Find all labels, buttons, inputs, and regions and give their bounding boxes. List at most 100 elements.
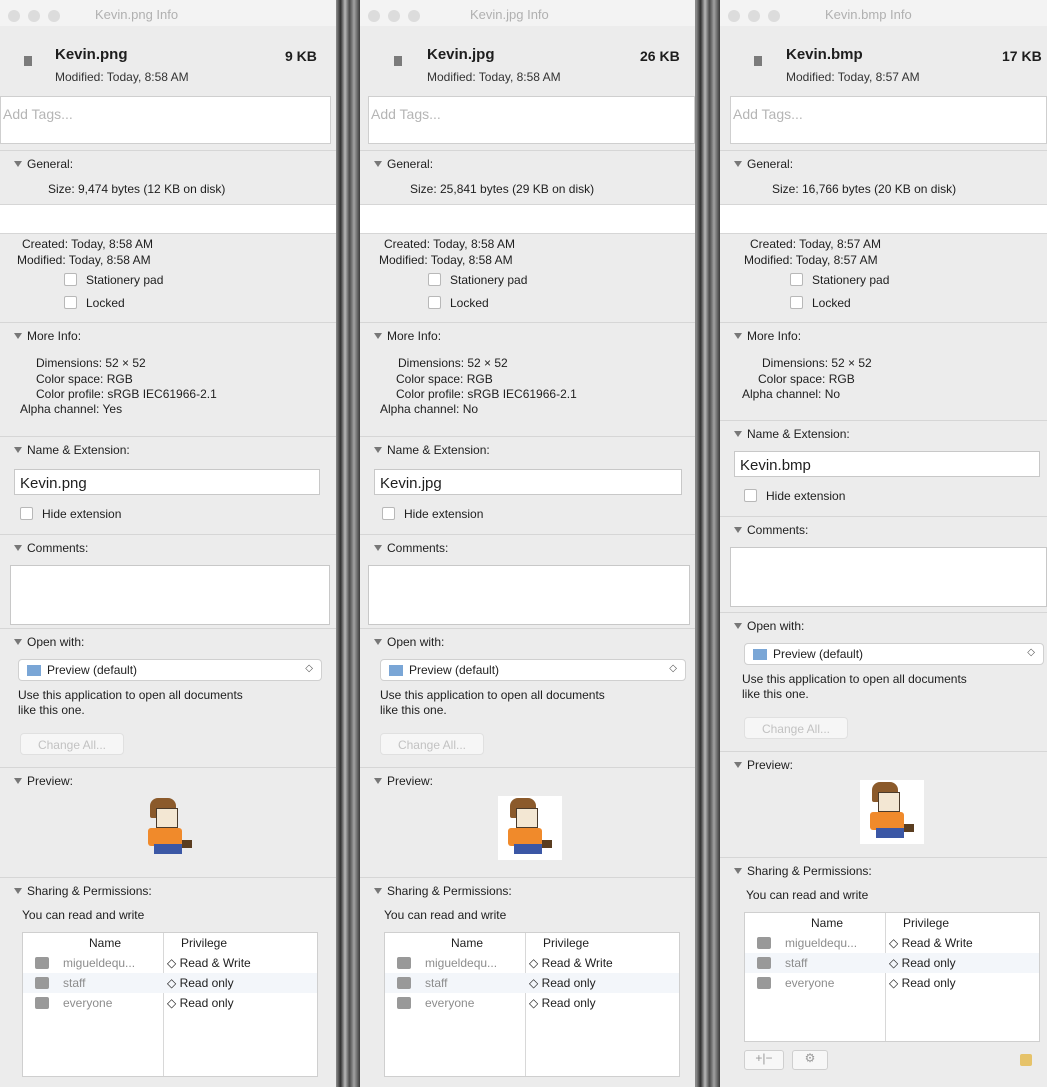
- minimize-button[interactable]: [388, 10, 400, 22]
- everyone-icon: [35, 997, 49, 1009]
- open-with-header[interactable]: Open with:: [374, 635, 444, 649]
- column-header-name[interactable]: Name: [811, 916, 843, 930]
- zoom-button[interactable]: [768, 10, 780, 22]
- column-header-privilege[interactable]: Privilege: [903, 916, 949, 930]
- preview-header[interactable]: Preview:: [374, 774, 433, 788]
- permissions-table[interactable]: Name Privilege migueldequ... ◇ Read & Wri…: [22, 932, 318, 1077]
- close-button[interactable]: [728, 10, 740, 22]
- table-row[interactable]: migueldequ... ◇ Read & Write: [23, 953, 317, 973]
- more-info-header[interactable]: More Info:: [374, 329, 441, 343]
- general-modified: Modified: Today, 8:58 AM: [17, 253, 151, 267]
- name-field[interactable]: Kevin.jpg: [374, 469, 682, 495]
- stationery-checkbox[interactable]: [64, 273, 77, 286]
- open-with-select[interactable]: Preview (default) ◇: [18, 659, 322, 681]
- general-header[interactable]: General:: [374, 157, 433, 171]
- locked-checkbox[interactable]: [428, 296, 441, 309]
- hide-extension-checkbox[interactable]: [20, 507, 33, 520]
- disclosure-triangle-icon: [14, 333, 22, 339]
- locked-label: Locked: [450, 296, 489, 310]
- minimize-button[interactable]: [28, 10, 40, 22]
- general-header[interactable]: General:: [14, 157, 73, 171]
- preview-header[interactable]: Preview:: [14, 774, 73, 788]
- minimize-button[interactable]: [748, 10, 760, 22]
- open-with-desc-1: Use this application to open all documen…: [742, 672, 967, 686]
- add-remove-buttons[interactable]: +|−: [744, 1050, 784, 1070]
- table-row[interactable]: everyone ◇ Read only: [745, 973, 1039, 993]
- tags-field[interactable]: Add Tags...: [368, 96, 695, 144]
- table-row[interactable]: migueldequ... ◇ Read & Write: [745, 933, 1039, 953]
- table-row[interactable]: everyone ◇ Read only: [385, 993, 679, 1013]
- name-extension-header[interactable]: Name & Extension:: [734, 427, 850, 441]
- close-button[interactable]: [368, 10, 380, 22]
- zoom-button[interactable]: [408, 10, 420, 22]
- tags-field[interactable]: Add Tags...: [730, 96, 1047, 144]
- section-sharing: Sharing & Permissions: You can read and …: [360, 877, 695, 1087]
- file-name: Kevin.jpg: [427, 46, 495, 63]
- tags-placeholder: Add Tags...: [733, 106, 803, 122]
- sharing-header[interactable]: Sharing & Permissions:: [374, 884, 512, 898]
- name-extension-header[interactable]: Name & Extension:: [14, 443, 130, 457]
- name-field[interactable]: Kevin.bmp: [734, 451, 1040, 477]
- column-header-privilege[interactable]: Privilege: [181, 936, 227, 950]
- section-more-info: More Info: Dimensions: 52 × 52 Color spa…: [720, 322, 1047, 419]
- more-info-header[interactable]: More Info:: [734, 329, 801, 343]
- close-button[interactable]: [8, 10, 20, 22]
- open-with-header[interactable]: Open with:: [14, 635, 84, 649]
- comments-field[interactable]: [368, 565, 690, 625]
- column-header-name[interactable]: Name: [451, 936, 483, 950]
- general-header[interactable]: General:: [734, 157, 793, 171]
- name-extension-header[interactable]: Name & Extension:: [374, 443, 490, 457]
- table-row[interactable]: everyone ◇ Read only: [23, 993, 317, 1013]
- table-row[interactable]: staff ◇ Read only: [23, 973, 317, 993]
- open-with-select[interactable]: Preview (default) ◇: [744, 643, 1044, 665]
- sharing-header[interactable]: Sharing & Permissions:: [14, 884, 152, 898]
- comments-field[interactable]: [730, 547, 1047, 607]
- comments-header[interactable]: Comments:: [374, 541, 448, 555]
- general-created: Created: Today, 8:57 AM: [750, 237, 881, 251]
- permissions-table[interactable]: Name Privilege migueldequ... ◇ Read & Wri…: [744, 912, 1040, 1042]
- stationery-checkbox[interactable]: [790, 273, 803, 286]
- comments-field[interactable]: [10, 565, 330, 625]
- tags-field[interactable]: Add Tags...: [0, 96, 331, 144]
- comments-header[interactable]: Comments:: [734, 523, 808, 537]
- change-all-button[interactable]: Change All...: [380, 733, 484, 755]
- zoom-button[interactable]: [48, 10, 60, 22]
- column-header-name[interactable]: Name: [89, 936, 121, 950]
- window-controls[interactable]: [8, 10, 68, 25]
- sharing-header[interactable]: Sharing & Permissions:: [734, 864, 872, 878]
- hide-extension-checkbox[interactable]: [382, 507, 395, 520]
- open-with-select[interactable]: Preview (default) ◇: [380, 659, 686, 681]
- comments-header[interactable]: Comments:: [14, 541, 88, 555]
- disclosure-triangle-icon: [374, 888, 382, 894]
- window-controls[interactable]: [728, 10, 788, 25]
- locked-checkbox[interactable]: [790, 296, 803, 309]
- lock-icon[interactable]: [1020, 1054, 1032, 1066]
- section-comments: Comments:: [0, 534, 336, 627]
- alpha-channel: Alpha channel: No: [380, 402, 479, 416]
- locked-checkbox[interactable]: [64, 296, 77, 309]
- color-space: Color space: RGB: [758, 372, 855, 386]
- stationery-checkbox[interactable]: [428, 273, 441, 286]
- section-sharing: Sharing & Permissions: You can read and …: [0, 877, 336, 1087]
- action-menu-button[interactable]: ⚙: [792, 1050, 828, 1070]
- open-with-header[interactable]: Open with:: [734, 619, 804, 633]
- preview-header[interactable]: Preview:: [734, 758, 793, 772]
- window-controls[interactable]: [368, 10, 428, 25]
- table-row[interactable]: migueldequ... ◇ Read & Write: [385, 953, 679, 973]
- everyone-icon: [757, 977, 771, 989]
- change-all-button[interactable]: Change All...: [20, 733, 124, 755]
- name-field[interactable]: Kevin.png: [14, 469, 320, 495]
- table-row[interactable]: staff ◇ Read only: [385, 973, 679, 993]
- file-modified: Modified: Today, 8:57 AM: [786, 70, 920, 84]
- permissions-table[interactable]: Name Privilege migueldequ... ◇ Read & Wri…: [384, 932, 680, 1077]
- disclosure-triangle-icon: [734, 623, 742, 629]
- section-open-with: Open with: Preview (default) ◇ Use this …: [720, 612, 1047, 748]
- change-all-button[interactable]: Change All...: [744, 717, 848, 739]
- general-created: Created: Today, 8:58 AM: [384, 237, 515, 251]
- file-name: Kevin.png: [55, 46, 128, 63]
- hide-extension-checkbox[interactable]: [744, 489, 757, 502]
- column-header-privilege[interactable]: Privilege: [543, 936, 589, 950]
- more-info-header[interactable]: More Info:: [14, 329, 81, 343]
- section-name-extension: Name & Extension: Kevin.bmp Hide extensi…: [720, 420, 1047, 516]
- table-row[interactable]: staff ◇ Read only: [745, 953, 1039, 973]
